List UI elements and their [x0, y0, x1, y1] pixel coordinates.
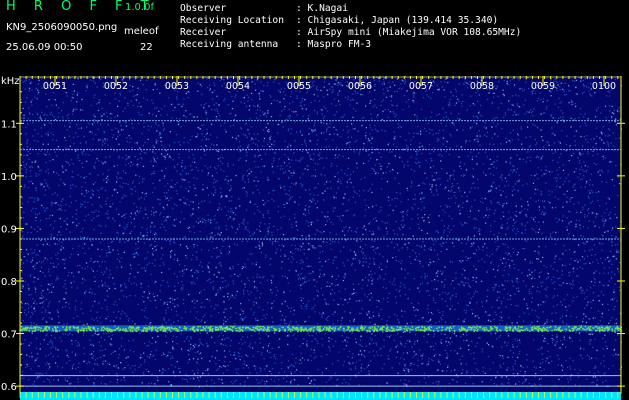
location-value: : Chigasaki, Japan (139.414 35.340)	[296, 15, 499, 26]
x-tick-label: 0100	[592, 81, 616, 92]
x-tick-label: 0059	[531, 81, 555, 92]
x-tick-label: 0053	[165, 81, 189, 92]
receiver-value: : AirSpy mini (Miakejima VOR 108.65MHz)	[296, 27, 522, 38]
spectrogram-background	[20, 76, 621, 394]
observer-label: Observer	[180, 3, 227, 14]
y-tick-label: 0.9	[1, 224, 17, 235]
app-version: 1.0.0f	[125, 2, 154, 13]
site-label: meleof	[124, 26, 159, 37]
x-tick-label: 0051	[43, 81, 67, 92]
antenna-label: Receiving antenna	[180, 39, 279, 50]
header: H R O F F T 1.0.0f KN9_2506090050.png me…	[0, 0, 629, 76]
x-tick-label: 0056	[348, 81, 372, 92]
y-axis-label: kHz	[1, 76, 20, 87]
location-label: Receiving Location	[180, 15, 284, 26]
observer-value: : K.Nagai	[296, 3, 348, 14]
y-tick-label: 1.0	[1, 172, 17, 183]
x-tick-label: 0054	[226, 81, 250, 92]
y-tick-label: 1.1	[1, 119, 17, 130]
x-tick-label: 0052	[104, 81, 128, 92]
y-tick-label: 0.6	[1, 382, 17, 393]
spectrogram: kHz 1.1 1.0 0.9 0.8 0.7 0.6 0051 0052 0053 0054 005…	[1, 76, 625, 400]
site-count: 22	[140, 42, 153, 53]
baseline-bar	[20, 392, 621, 400]
file-name: KN9_2506090050.png	[6, 22, 118, 33]
x-tick-label: 0055	[287, 81, 311, 92]
receiver-label: Receiver	[180, 27, 227, 38]
datetime: 25.06.09 00:50	[6, 42, 83, 53]
x-tick-label: 0058	[470, 81, 494, 92]
y-tick-label: 0.8	[1, 277, 17, 288]
spectrogram-panel: kHz 1.1 1.0 0.9 0.8 0.7 0.6 0051 0052 0053 0054 005…	[0, 76, 629, 400]
y-tick-label: 0.7	[1, 330, 17, 341]
antenna-value: : Maspro FM-3	[296, 39, 372, 50]
x-tick-label: 0057	[409, 81, 433, 92]
